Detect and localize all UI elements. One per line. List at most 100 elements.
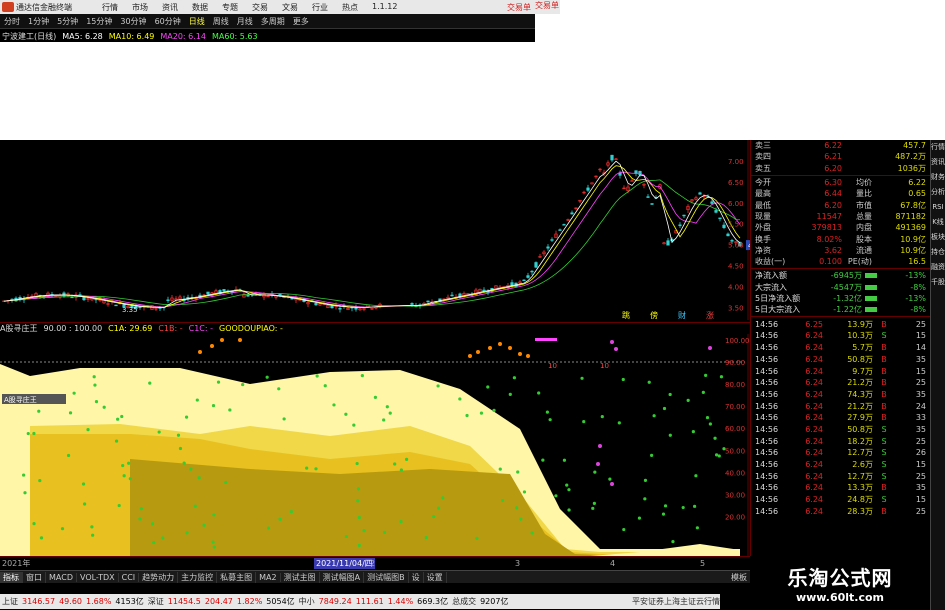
- sidebar-item-0[interactable]: 行情: [931, 143, 945, 152]
- menu-item-4[interactable]: 专题: [216, 2, 244, 13]
- indicator-tab-11[interactable]: 测试幅图B: [364, 571, 409, 583]
- tick-time: 14:56: [755, 448, 779, 458]
- signal-dot: [373, 395, 378, 400]
- sidebar-item-5[interactable]: K线: [932, 218, 944, 227]
- ma60-line: [3, 179, 741, 307]
- tick-time: 14:56: [755, 460, 779, 470]
- period-tab-2[interactable]: 5分钟: [53, 16, 82, 27]
- trade-menu-button[interactable]: 交易单: [507, 2, 535, 13]
- menu-item-5[interactable]: 交易: [246, 2, 274, 13]
- indicator-chart[interactable]: 100.00 90.00 80.00 70.00 60.00 50.00 40.00 30.0…: [0, 334, 750, 556]
- trade-tick-row: 14:56 6.24 21.2万 B 25: [751, 377, 930, 389]
- sidebar-item-4[interactable]: RSI: [932, 203, 943, 212]
- period-tab-3[interactable]: 15分钟: [82, 16, 116, 27]
- signal-dot: [567, 508, 571, 512]
- stat-label: 换手: [755, 234, 771, 244]
- sidebar-item-1[interactable]: 资讯: [931, 158, 945, 167]
- candlestick-chart[interactable]: 7.006.506.005.505.004.504.003.504.993.35…: [0, 140, 750, 320]
- stat-row: 今开 6.30 均价 6.22: [751, 177, 930, 188]
- indicator-tab-12[interactable]: 设: [409, 571, 424, 583]
- index-name-0[interactable]: 上证: [2, 596, 18, 607]
- candle: [450, 291, 454, 297]
- indicator-tab-0[interactable]: 指标: [0, 571, 23, 583]
- indicator-tab-2[interactable]: MACD: [46, 572, 77, 582]
- fund-flow-label: 大宗流入: [755, 282, 787, 292]
- signal-dot: [32, 522, 36, 526]
- indicator-name[interactable]: A股寻庄王: [0, 323, 37, 334]
- indicator-tab-5[interactable]: 趋势动力: [139, 571, 179, 583]
- index-name-1[interactable]: 深证: [148, 596, 164, 607]
- tick-volume: 28.3万: [847, 506, 873, 516]
- sidebar-item-3[interactable]: 分析: [931, 188, 945, 197]
- signal-dot: [622, 527, 626, 532]
- signal-dot: [608, 477, 612, 481]
- index-name-2[interactable]: 中小: [299, 596, 315, 607]
- menu-item-9[interactable]: 1.1.12: [366, 2, 403, 13]
- sidebar-item-9[interactable]: 千股: [931, 278, 945, 287]
- fund-flow-row: 净流入额 -6945万 -13%: [751, 270, 930, 281]
- indicator-tab-9[interactable]: 测试主图: [281, 571, 320, 583]
- sidebar-item-2[interactable]: 财务: [931, 173, 945, 182]
- period-tab-8[interactable]: 月线: [233, 16, 257, 27]
- indicator-tab-6[interactable]: 主力监控: [178, 571, 218, 583]
- period-tab-9[interactable]: 多周期: [257, 16, 289, 27]
- menu-item-2[interactable]: 资讯: [156, 2, 184, 13]
- menu-item-3[interactable]: 数据: [186, 2, 214, 13]
- template-button[interactable]: 模板: [731, 572, 750, 583]
- stat-value: 0.100: [819, 257, 842, 267]
- candle: [354, 304, 358, 312]
- period-tab-4[interactable]: 30分钟: [116, 16, 150, 27]
- indicator-tab-8[interactable]: MA2: [256, 572, 281, 582]
- candle: [594, 175, 598, 179]
- signal-dot: [432, 514, 436, 519]
- stat-value-2: 491369: [895, 223, 926, 233]
- candle: [58, 293, 62, 300]
- indicator-tick: 20.00: [725, 513, 745, 521]
- menu-item-6[interactable]: 文易: [276, 2, 304, 13]
- buy-marker: [488, 346, 492, 350]
- indicator-tab-10[interactable]: 测试幅图A: [320, 571, 365, 583]
- period-tab-6[interactable]: 日线: [185, 16, 209, 27]
- candle: [610, 154, 614, 163]
- sidebar-item-7[interactable]: 持仓: [931, 248, 945, 257]
- index-pct-2: 1.44%: [387, 597, 414, 606]
- indicator-tab-13[interactable]: 设置: [424, 571, 447, 583]
- tick-direction: B: [881, 401, 887, 411]
- menu-item-8[interactable]: 热点: [336, 2, 364, 13]
- tick-volume: 12.7万: [847, 471, 873, 481]
- indicator-tab-1[interactable]: 窗口: [23, 571, 46, 583]
- indicator-tab-4[interactable]: CCI: [119, 572, 140, 582]
- period-tab-7[interactable]: 周线: [209, 16, 233, 27]
- signal-dot: [178, 446, 183, 451]
- period-tab-1[interactable]: 1分钟: [24, 16, 53, 27]
- trade-button[interactable]: 交易单: [535, 0, 560, 14]
- sidebar-item-8[interactable]: 融资: [931, 263, 945, 272]
- status-note: 平安证券上海主证云行情: [632, 597, 720, 606]
- sell-marker: [610, 482, 614, 486]
- index-status-bar: 上证 3146.57 49.60 1.68% 4153亿 深证 11454.5 204.47 1…: [0, 594, 720, 609]
- candle: [482, 287, 486, 292]
- period-tab-10[interactable]: 更多: [289, 16, 313, 27]
- sidebar-item-6[interactable]: 板块: [931, 233, 945, 242]
- period-tab-0[interactable]: 分时: [0, 16, 24, 27]
- stat-value: 11547: [816, 211, 842, 221]
- tick-count: 25: [915, 378, 926, 388]
- tick-count: 35: [915, 424, 926, 434]
- indicator-tab-7[interactable]: 私募主图: [217, 571, 257, 583]
- fund-flow-label: 5日大宗流入: [755, 305, 801, 315]
- menu-item-1[interactable]: 市场: [126, 2, 154, 13]
- signal-dot: [176, 433, 181, 437]
- tick-time: 14:56: [755, 354, 779, 364]
- menu-item-0[interactable]: 行情: [96, 2, 124, 13]
- tick-price: 6.24: [805, 460, 823, 470]
- menu-item-7[interactable]: 行业: [306, 2, 334, 13]
- period-tab-5[interactable]: 60分钟: [151, 16, 185, 27]
- stat-row: 最高 6.44 量比 0.65: [751, 188, 930, 199]
- fund-flow-value: -1.22亿: [833, 305, 862, 315]
- signal-dot: [441, 496, 445, 500]
- signal-dot: [117, 503, 121, 508]
- signal-dot: [592, 501, 596, 506]
- signal-dot: [567, 488, 571, 492]
- indicator-tab-3[interactable]: VOL-TDX: [77, 572, 119, 582]
- quote-panel: 卖三 6.22 457.7 卖四 6.21 487.2万 卖五 6.20 1036万 今开 6.30…: [750, 140, 930, 570]
